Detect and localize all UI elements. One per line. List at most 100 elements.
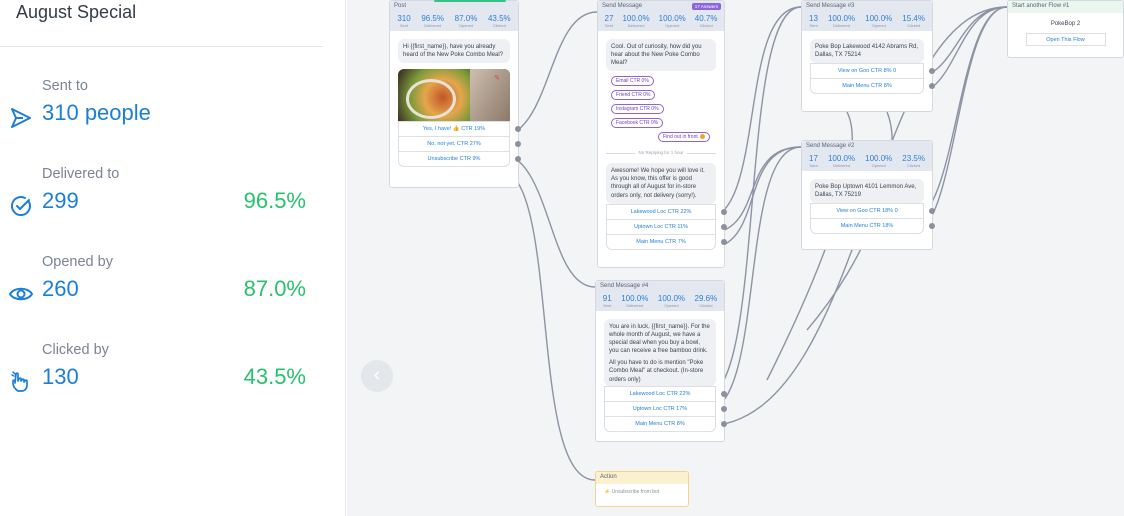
- stat-percent: 87.0%: [243, 276, 306, 301]
- check-circle-icon: [11, 196, 31, 216]
- flow-node-start[interactable]: Post 310 Sent 96.5% Delivered 87.0% Opened …: [389, 0, 521, 188]
- stat-sent: Sent to 310 people: [0, 78, 330, 148]
- stat-value: 310 people: [42, 100, 151, 125]
- link-button[interactable]: Lakewood Loc CTR 22%: [605, 385, 727, 401]
- flow-node-send-message-3[interactable]: Send Message #3 13 Sent 100.0% Delivered 1…: [801, 0, 935, 112]
- stat-opened: Opened by 260 87.0%: [0, 254, 330, 324]
- message-buttons: View on Goo CTR 8% 0 Main Menu CTR 8%: [810, 63, 935, 95]
- link-button[interactable]: View on Goo CTR 8% 0: [811, 63, 935, 78]
- message-bubble: You are in luck, {{first_name}}. For the…: [604, 319, 716, 386]
- node-title: Send Message #2: [802, 141, 932, 153]
- node-stat-value: 310: [397, 14, 411, 23]
- node-stat-value: 43.5%: [487, 14, 511, 23]
- food-photo: ✎: [398, 69, 510, 122]
- message-bubble: Hi {{first_name}}, have you already hear…: [398, 39, 510, 64]
- stat-percent: 43.5%: [243, 364, 306, 389]
- link-button[interactable]: Main Menu CTR 7%: [607, 233, 727, 249]
- quick-reply[interactable]: Instagram CTR 0%: [611, 104, 664, 115]
- link-button[interactable]: Main Menu CTR 8%: [605, 415, 727, 431]
- connection-port[interactable]: [515, 156, 521, 163]
- node-stats: 310 Sent 96.5% Delivered 87.0% Opened 43.5%…: [390, 13, 518, 31]
- message-bubble: Cool. Out of curiosity, how did you hear…: [606, 39, 716, 72]
- quick-reply[interactable]: Email CTR 0%: [611, 76, 654, 87]
- connection-port[interactable]: [721, 238, 727, 245]
- message-buttons: Yes, I have! 👍 CTR 19% No, not yet. CTR …: [398, 121, 521, 168]
- node-title: Send Message 17 Answers: [598, 1, 724, 13]
- node-stat-caption: Delivered: [424, 23, 442, 28]
- node-stat-caption: Opened: [458, 23, 474, 28]
- quick-reply[interactable]: Find out in front: [658, 132, 710, 143]
- flow-node-send-message-4[interactable]: Send Message #4 91 Sent 100.0% Delivered 1…: [595, 280, 727, 442]
- stat-percent: 96.5%: [243, 188, 306, 213]
- connection-port[interactable]: [929, 223, 935, 230]
- divider: [0, 46, 323, 47]
- chevron-left-icon[interactable]: ‹: [361, 360, 393, 392]
- message-bubble: Poke Bop Uptown 4101 Lemmon Ave, Dallas,…: [810, 179, 924, 204]
- connection-port[interactable]: [929, 68, 935, 75]
- campaign-stats-panel: August Special Sent to 310 people Delive…: [0, 0, 346, 516]
- node-title: Action: [596, 472, 688, 484]
- action-icon: ⚡: [604, 489, 611, 495]
- link-button[interactable]: Main Menu CTR 18%: [811, 218, 935, 233]
- connection-port[interactable]: [515, 126, 521, 133]
- flow-node-action[interactable]: Action ⚡ Unsubscribe from bot: [595, 471, 689, 507]
- node-stat-value: 87.0%: [454, 14, 478, 23]
- reply-button[interactable]: Unsubscribe CTR 9%: [399, 151, 521, 166]
- stat-label: Delivered to: [42, 166, 120, 182]
- message-bubble: Poke Bop Lakewood 4142 Abrams Rd, Dallas…: [810, 39, 924, 64]
- reply-button[interactable]: No, not yet. CTR 27%: [399, 136, 521, 151]
- connection-port[interactable]: [721, 420, 727, 427]
- connection-port[interactable]: [721, 405, 727, 412]
- campaign-title: August Special: [16, 2, 137, 22]
- stat-delivered: Delivered to 299 96.5%: [0, 166, 330, 236]
- flow-canvas[interactable]: ‹ Post 310 Sent 96.5% Delivered 87.0% Opene…: [347, 0, 1124, 516]
- node-stats: 13 Sent 100.0% Delivered 100.0% Opened 15.4…: [802, 13, 932, 31]
- node-stat-caption: Clicked: [492, 23, 506, 28]
- stat-label: Opened by: [42, 254, 113, 270]
- message-buttons: Lakewood Loc CTR 22% Uptown Loc CTR 11% …: [606, 203, 727, 250]
- open-flow-button[interactable]: Open This Flow: [1025, 33, 1106, 46]
- node-stat-value: 96.5%: [421, 14, 444, 23]
- eye-icon: [9, 287, 33, 301]
- link-button[interactable]: View on Goo CTR 18% 0: [811, 203, 935, 218]
- quick-reply[interactable]: Friend CTR 0%: [611, 90, 656, 101]
- connection-port[interactable]: [929, 208, 935, 215]
- message-buttons: View on Goo CTR 18% 0 Main Menu CTR 18%: [810, 203, 935, 235]
- link-button[interactable]: Uptown Loc CTR 11%: [607, 218, 727, 234]
- node-stats: 91 Sent 100.0% Delivered 100.0% Opened 29.6…: [596, 293, 724, 311]
- link-button[interactable]: Main Menu CTR 8%: [811, 78, 935, 93]
- message-bubble: Awesome! We hope you will love it. As yo…: [606, 163, 716, 204]
- send-icon: [11, 108, 31, 128]
- node-stats: 17 Sent 100.0% Delivered 100.0% Opened 23.5…: [802, 153, 932, 171]
- reply-button[interactable]: Yes, I have! 👍 CTR 19%: [399, 121, 521, 136]
- answers-badge[interactable]: 17 Answers: [691, 3, 721, 10]
- node-title: Send Message #4: [596, 281, 724, 293]
- flow-node-send-message[interactable]: Send Message 17 Answers 27 Sent 100.0% Del…: [597, 0, 727, 268]
- hand-click-icon: [11, 371, 28, 392]
- connection-port[interactable]: [721, 223, 727, 230]
- link-button[interactable]: Uptown Loc CTR 17%: [605, 400, 727, 416]
- node-title: Send Message #3: [802, 1, 932, 13]
- start-node-accent: [434, 0, 506, 2]
- quick-reply[interactable]: Facebook CTR 0%: [611, 118, 664, 129]
- connection-port[interactable]: [721, 208, 727, 215]
- stat-value: 299: [42, 188, 79, 213]
- connection-port[interactable]: [515, 141, 521, 148]
- stat-label: Clicked by: [42, 342, 109, 358]
- flow-name: PokeBop 2: [1050, 21, 1081, 27]
- action-item: ⚡ Unsubscribe from bot: [604, 489, 660, 495]
- node-stats: 27 Sent 100.0% Delivered 100.0% Opened 40.7…: [598, 13, 724, 31]
- node-stat-caption: Sent: [399, 23, 409, 28]
- connection-port[interactable]: [721, 390, 727, 397]
- stat-label: Sent to: [42, 78, 88, 94]
- link-button[interactable]: Lakewood Loc CTR 22%: [607, 203, 727, 219]
- flow-node-send-message-2[interactable]: Send Message #2 17 Sent 100.0% Delivered 1…: [801, 140, 935, 250]
- stat-value: 260: [42, 276, 79, 301]
- stat-value: 130: [42, 364, 79, 389]
- node-title: Post: [390, 1, 518, 13]
- wait-divider: No Replying for 1 hour: [606, 150, 716, 156]
- node-title: Start another Flow #1: [1008, 1, 1123, 13]
- flow-node-start-another-flow[interactable]: Start another Flow #1 PokeBop 2 Open Thi…: [1007, 0, 1124, 58]
- connection-port[interactable]: [929, 83, 935, 90]
- warning-icon: [699, 134, 705, 140]
